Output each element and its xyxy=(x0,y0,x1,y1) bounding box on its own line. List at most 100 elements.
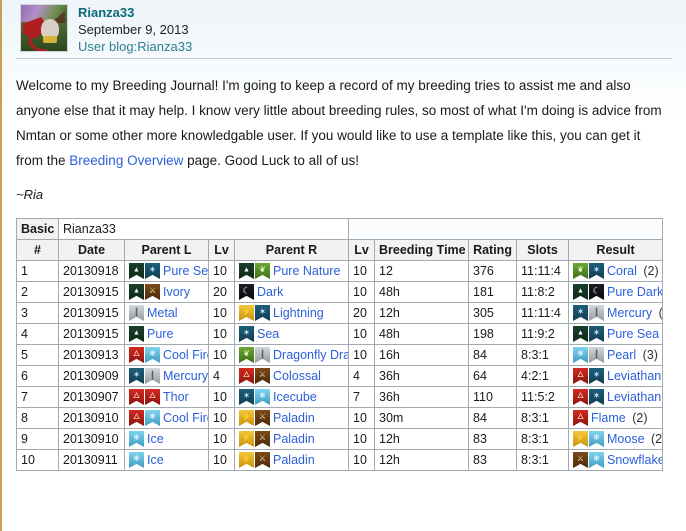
cell-result-link[interactable]: Coral xyxy=(607,264,637,278)
cell-parent-r-link[interactable]: Lightning xyxy=(273,306,324,320)
cell-rating: 64 xyxy=(469,366,517,387)
fire-element-icon xyxy=(129,410,144,426)
sea-element-icon xyxy=(145,263,160,279)
cell-date: 20130915 xyxy=(59,324,125,345)
war-element-icon xyxy=(255,410,270,426)
cell-parent-l-link[interactable]: Ice xyxy=(147,453,164,467)
cell-lv-r: 10 xyxy=(349,450,375,471)
cell-parent-r-link[interactable]: Pure Nature xyxy=(273,264,340,278)
ice-element-icon xyxy=(255,389,270,405)
cell-parent-r-link[interactable]: Sea xyxy=(257,327,279,341)
cell-parent-l: Cool Fire xyxy=(125,345,209,366)
cell-lv-l: 10 xyxy=(209,324,235,345)
sea-element-icon xyxy=(589,263,604,279)
terra-element-icon xyxy=(573,326,588,342)
war-element-icon xyxy=(145,284,160,300)
column-header-lv-r[interactable]: Lv xyxy=(349,240,375,261)
cell-parent-r-link[interactable]: Icecube xyxy=(273,390,317,404)
sea-element-icon xyxy=(589,389,604,405)
cell-lv-l: 10 xyxy=(209,408,235,429)
element-icons xyxy=(239,263,270,279)
cell-parent-l-link[interactable]: Ivory xyxy=(163,285,190,299)
nature-element-icon xyxy=(573,263,588,279)
cell-result-link[interactable]: Pure Sea xyxy=(607,327,659,341)
sea-element-icon xyxy=(239,326,254,342)
cell-lv-r: 10 xyxy=(349,261,375,282)
cell-parent-r-link[interactable]: Dragonfly Dragon xyxy=(273,348,349,362)
cell-parent-r: Pure Nature xyxy=(235,261,349,282)
cell-parent-r: Paladin xyxy=(235,429,349,450)
metal-element-icon xyxy=(589,347,604,363)
cell-slots: 8:3:1 xyxy=(517,408,569,429)
element-icons xyxy=(129,305,144,321)
element-icons xyxy=(573,368,604,384)
cell-num: 5 xyxy=(17,345,59,366)
cell-breeding-time: 16h xyxy=(375,345,469,366)
cell-parent-r-link[interactable]: Dark xyxy=(257,285,283,299)
cell-parent-r-link[interactable]: Paladin xyxy=(273,432,315,446)
cell-date: 20130915 xyxy=(59,282,125,303)
cell-parent-l-link[interactable]: Thor xyxy=(163,390,189,404)
cell-rating: 84 xyxy=(469,345,517,366)
cell-parent-r: Dragonfly Dragon xyxy=(235,345,349,366)
cell-result-link[interactable]: Pearl xyxy=(607,348,636,362)
cell-rating: 376 xyxy=(469,261,517,282)
cell-slots: 11:9:2 xyxy=(517,324,569,345)
author-name[interactable]: Rianza33 xyxy=(78,4,192,21)
cell-date: 20130907 xyxy=(59,387,125,408)
breeding-overview-link[interactable]: Breeding Overview xyxy=(69,153,183,168)
cell-lv-l: 10 xyxy=(209,429,235,450)
cell-parent-l-link[interactable]: Cool Fire xyxy=(163,411,209,425)
ice-element-icon xyxy=(145,347,160,363)
terra-element-icon xyxy=(129,263,144,279)
column-header-rating[interactable]: Rating xyxy=(469,240,517,261)
cell-parent-l-link[interactable]: Cool Fire xyxy=(163,348,209,362)
column-header-result[interactable]: Result xyxy=(569,240,663,261)
element-icons xyxy=(573,284,604,300)
war-element-icon xyxy=(573,452,588,468)
cell-parent-r-link[interactable]: Paladin xyxy=(273,411,315,425)
cell-parent-l: Pure Sea xyxy=(125,261,209,282)
column-header-slots[interactable]: Slots xyxy=(517,240,569,261)
ice-element-icon xyxy=(145,410,160,426)
element-icons xyxy=(573,347,604,363)
cell-parent-l-link[interactable]: Metal xyxy=(147,306,178,320)
cell-num: 1 xyxy=(17,261,59,282)
cell-parent-r-link[interactable]: Paladin xyxy=(273,453,315,467)
user-blog-link[interactable]: User blog:Rianza33 xyxy=(78,39,192,54)
column-header-lv-l[interactable]: Lv xyxy=(209,240,235,261)
cell-result-link[interactable]: Mercury xyxy=(607,306,652,320)
cell-breeding-time: 36h xyxy=(375,387,469,408)
cell-parent-l-link[interactable]: Pure Sea xyxy=(163,264,209,278)
cell-result: Pure Dark (2) xyxy=(569,282,663,303)
table-row: 320130915Metal10Lightning2012h30511:11:4… xyxy=(17,303,663,324)
cell-result-link[interactable]: Leviathan xyxy=(607,390,661,404)
fire-element-icon xyxy=(573,410,588,426)
basic-info-value: Rianza33 xyxy=(59,219,349,240)
sea-element-icon xyxy=(573,305,588,321)
blog-page: Rianza33 September 9, 2013 User blog:Ria… xyxy=(2,0,686,531)
column-header-date[interactable]: Date xyxy=(59,240,125,261)
column-header-breeding-time[interactable]: Breeding Time xyxy=(375,240,469,261)
metal-element-icon xyxy=(589,305,604,321)
column-header-parent-l[interactable]: Parent L xyxy=(125,240,209,261)
avatar[interactable] xyxy=(20,4,68,52)
element-icons xyxy=(239,347,270,363)
cell-result-link[interactable]: Pure Dark xyxy=(607,285,663,299)
cell-parent-r-link[interactable]: Colossal xyxy=(273,369,321,383)
cell-result-link[interactable]: Moose xyxy=(607,432,645,446)
column-header-parent-r[interactable]: Parent R xyxy=(235,240,349,261)
cell-result: Snowflake (2) xyxy=(569,450,663,471)
cell-result-link[interactable]: Leviathan xyxy=(607,369,661,383)
fire-element-icon xyxy=(239,368,254,384)
cell-result-link[interactable]: Snowflake xyxy=(607,453,663,467)
cell-breeding-time: 36h xyxy=(375,366,469,387)
cell-parent-l-link[interactable]: Mercury xyxy=(163,369,208,383)
cell-parent-l-link[interactable]: Ice xyxy=(147,432,164,446)
post-byline: Rianza33 September 9, 2013 User blog:Ria… xyxy=(2,0,686,52)
cell-parent-l: Cool Fire xyxy=(125,408,209,429)
column-header-num[interactable]: # xyxy=(17,240,59,261)
cell-parent-l-link[interactable]: Pure xyxy=(147,327,173,341)
fire-element-icon xyxy=(573,389,588,405)
cell-result-link[interactable]: Flame xyxy=(591,411,626,425)
